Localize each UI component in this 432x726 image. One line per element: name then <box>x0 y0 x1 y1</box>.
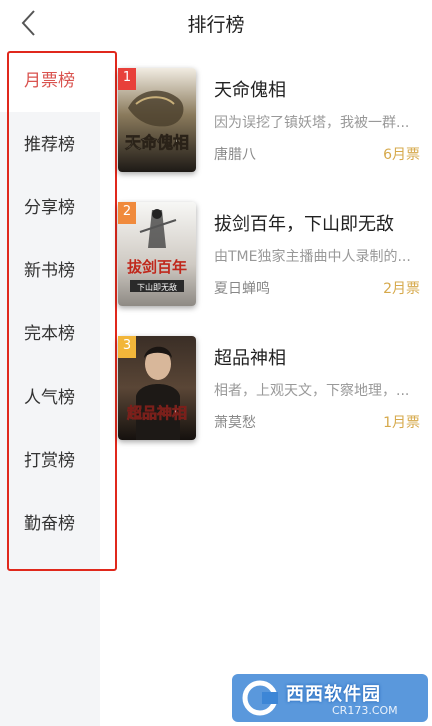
book-list-item[interactable]: 拔剑百年 下山即无敌 2 拔剑百年，下山即无敌 由TME独家主播曲中人录制的..… <box>116 202 426 312</box>
sidebar-item-tips[interactable]: 打赏榜 <box>0 430 100 492</box>
page-title: 排行榜 <box>187 14 245 36</box>
book-description: 相者，上观天文，下察地理，... <box>214 383 410 399</box>
sidebar-item-completed[interactable]: 完本榜 <box>0 303 100 365</box>
monthly-votes-count: 6月票 <box>383 147 420 163</box>
cover-title-text: 拔剑百年 <box>127 258 187 276</box>
sidebar-item-diligent[interactable]: 勤奋榜 <box>0 493 100 555</box>
book-list-item[interactable]: 超品神相 3 超品神相 相者，上观天文，下察地理，... 萧莫愁 1月票 <box>116 336 426 446</box>
monthly-votes-count: 2月票 <box>383 281 420 297</box>
book-author: 夏日蝉鸣 <box>214 281 270 297</box>
sidebar-item-monthly-votes[interactable]: 月票榜 <box>0 50 100 112</box>
cover-title-text: 天命傀相 <box>125 133 189 152</box>
watermark-url: CR173.COM <box>332 704 398 717</box>
book-author: 唐腊八 <box>214 147 256 163</box>
book-list-item[interactable]: 天命傀相 1 天命傀相 因为误挖了镇妖塔，我被一群... 唐腊八 6月票 <box>116 68 426 178</box>
monthly-votes-count: 1月票 <box>383 415 420 431</box>
sidebar-item-new-books[interactable]: 新书榜 <box>0 240 100 302</box>
book-author: 萧莫愁 <box>214 415 256 431</box>
cover-title-text: 超品神相 <box>126 404 187 422</box>
sidebar-item-popularity[interactable]: 人气榜 <box>0 367 100 429</box>
book-title: 超品神相 <box>214 348 286 369</box>
rank-badge: 1 <box>118 68 136 90</box>
site-watermark: 西西软件园 CR173.COM <box>232 674 428 722</box>
sidebar-item-recommend[interactable]: 推荐榜 <box>0 114 100 176</box>
cover-subtitle-text: 下山即无敌 <box>137 282 177 292</box>
rank-badge: 3 <box>118 336 136 358</box>
book-title: 天命傀相 <box>214 80 286 101</box>
book-description: 因为误挖了镇妖塔，我被一群... <box>214 115 410 131</box>
rank-badge: 2 <box>118 202 136 224</box>
book-title: 拔剑百年，下山即无敌 <box>214 214 394 235</box>
book-description: 由TME独家主播曲中人录制的... <box>214 249 411 265</box>
sidebar-item-share[interactable]: 分享榜 <box>0 177 100 239</box>
watermark-text: 西西软件园 <box>286 684 381 705</box>
ranking-sidebar: 月票榜 推荐榜 分享榜 新书榜 完本榜 人气榜 打赏榜 勤奋榜 <box>0 50 100 726</box>
header-bar: 排行榜 <box>0 0 432 46</box>
